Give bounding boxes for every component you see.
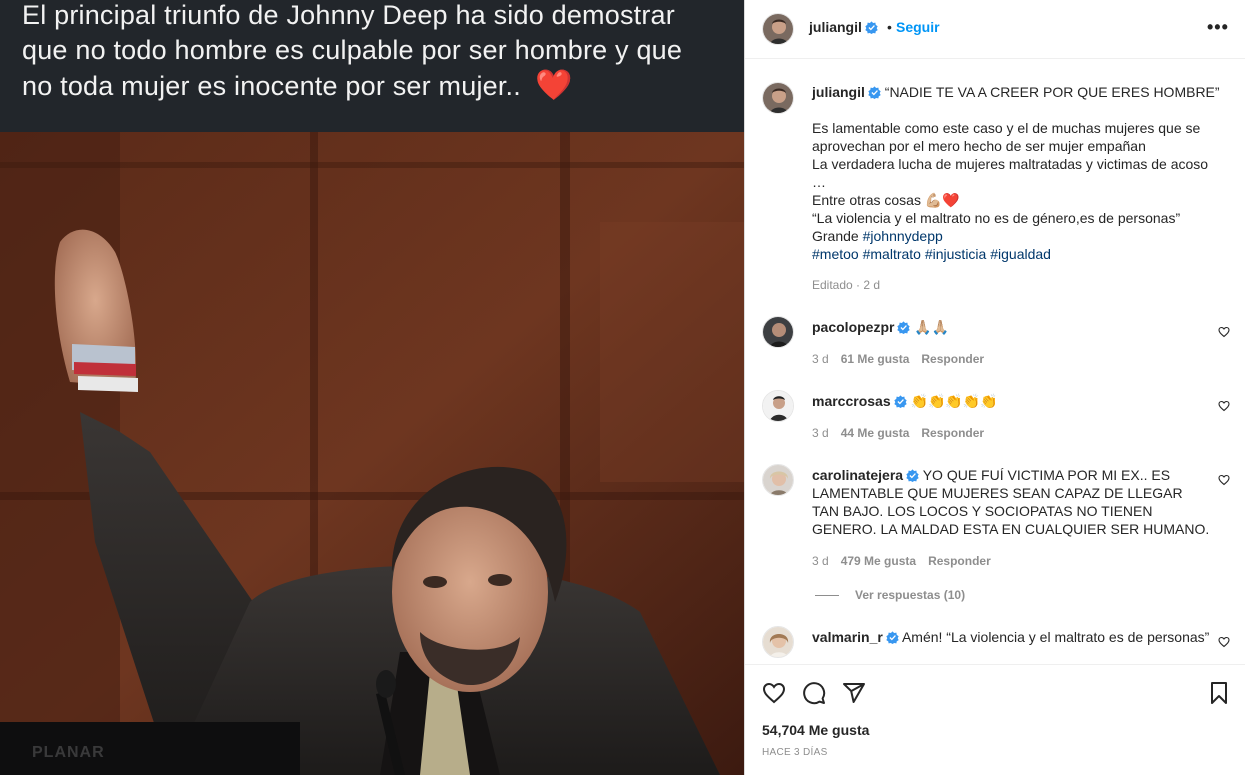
verified-icon [865,21,878,34]
more-icon[interactable]: ••• [1207,18,1229,36]
heart-icon[interactable] [1218,326,1230,338]
comment-text: 👏👏👏👏👏 [910,393,998,409]
view-replies-button[interactable]: Ver respuestas (10) [815,588,965,602]
caption-text-line: Es lamentable como este caso y el de muc… [812,120,1201,136]
courtroom-photo [0,132,744,775]
comment-likes[interactable]: 479 Me gusta [841,554,916,568]
share-icon[interactable] [842,681,866,705]
commenter-avatar[interactable] [762,390,794,422]
comment-meta: 3 d 44 Me gusta Responder [812,426,996,440]
like-count[interactable]: 54,704 Me gusta [762,722,869,738]
commenter-avatar[interactable] [762,316,794,348]
heart-icon[interactable] [762,681,786,705]
caption-username[interactable]: juliangil [812,84,865,100]
caption-text-line: La verdadera lucha de mujeres maltratada… [812,156,1209,172]
comment-body: valmarin_r Amén! “La violencia y el malt… [812,628,1212,646]
heart-icon[interactable] [1218,474,1230,486]
watermark-logo: PLANAR [32,744,105,761]
hashtag-link[interactable]: #injusticia [925,246,986,262]
caption-text-line: Entre otras cosas 💪🏼❤️ [812,192,960,208]
author-username[interactable]: juliangil [809,19,878,35]
commenter-avatar[interactable] [762,626,794,658]
comment-body: pacolopezpr 🙏🏼🙏🏼 [812,318,1212,336]
post-caption: juliangil “NADIE TE VA A CREER POR QUE E… [812,83,1232,263]
caption-title: “NADIE TE VA A CREER POR QUE ERES HOMBRE… [884,84,1220,100]
heart-emoji: ❤️ [534,69,573,102]
comment-meta: 3 d 479 Me gusta Responder [812,554,1003,568]
caption-hashtags: #metoo #maltrato #injusticia #igualdad [812,245,1232,263]
comment-username[interactable]: carolinatejera [812,467,903,483]
post-timestamp[interactable]: HACE 3 DÍAS [762,747,828,758]
reply-button[interactable]: Responder [921,352,984,366]
verified-icon [893,395,907,408]
comments-scroll-area[interactable]: juliangil “NADIE TE VA A CREER POR QUE E… [745,60,1245,664]
caption-text-line: … [812,174,826,190]
author-avatar[interactable] [762,82,794,114]
comment-likes[interactable]: 61 Me gusta [841,352,910,366]
comment-likes[interactable]: 44 Me gusta [841,426,910,440]
reply-button[interactable]: Responder [928,554,991,568]
author-avatar[interactable] [762,13,794,45]
comment-username[interactable]: marccrosas [812,393,891,409]
caption-line-2: que no todo hombre es culpable por ser h… [22,35,683,65]
heart-icon[interactable] [1218,400,1230,412]
follow-button[interactable]: Seguir [896,19,940,35]
replies-divider [815,595,839,597]
verified-icon [886,631,899,644]
comment-username[interactable]: valmarin_r [812,629,883,645]
commenter-avatar[interactable] [762,464,794,496]
image-caption: El principal triunfo de Johnny Deep ha s… [0,0,744,132]
caption-text-line: Grande #johnnydepp [812,228,943,244]
verified-icon [897,321,911,334]
comment-meta: 3 d 61 Me gusta Responder [812,352,996,366]
post-actions: 54,704 Me gusta HACE 3 DÍAS [745,664,1245,775]
caption-first-line: juliangil “NADIE TE VA A CREER POR QUE E… [812,83,1232,101]
comment-body: carolinatejera YO QUE FUÍ VICTIMA POR MI… [812,466,1212,538]
post-header: juliangil • Seguir ••• [745,0,1245,59]
comment-text: Amén! “La violencia y el maltrato es de … [901,629,1210,645]
bookmark-icon[interactable] [1207,681,1231,705]
caption-text-line: “La violencia y el maltrato no es de gén… [812,210,1181,226]
hashtag-link[interactable]: #maltrato [863,246,921,262]
post-edited-meta: Editado · 2 d [812,278,881,292]
comment-age: 3 d [812,554,829,568]
caption-text-line: aprovechan por el mero hecho de ser muje… [812,138,1146,154]
verified-icon [868,86,881,99]
comment-icon[interactable] [802,681,826,705]
comment-age: 3 d [812,352,829,366]
separator-dot: • [887,19,892,35]
comment-age: 3 d [812,426,829,440]
verified-icon [906,469,919,482]
caption-line-3: no toda mujer es inocente por ser mujer.… [22,69,573,102]
comment-username[interactable]: pacolopezpr [812,319,894,335]
caption-line-1: El principal triunfo de Johnny Deep ha s… [22,0,675,30]
hashtag-link[interactable]: #johnnydepp [863,228,943,244]
post-media[interactable]: El principal triunfo de Johnny Deep ha s… [0,0,744,775]
comment-text: 🙏🏼🙏🏼 [914,319,950,335]
post-sidebar: juliangil • Seguir ••• juliangil “NADIE … [744,0,1245,775]
hashtag-link[interactable]: #metoo [812,246,859,262]
reply-button[interactable]: Responder [921,426,984,440]
heart-icon[interactable] [1218,636,1230,648]
hashtag-link[interactable]: #igualdad [990,246,1051,262]
comment-body: marccrosas 👏👏👏👏👏 [812,392,1212,410]
